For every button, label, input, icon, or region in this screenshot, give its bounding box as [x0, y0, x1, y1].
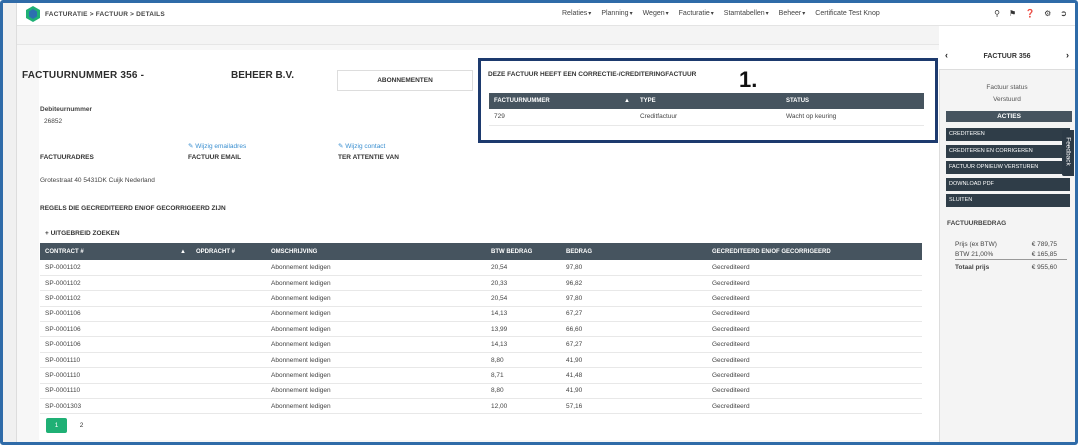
screenshot-frame: [0, 0, 1078, 445]
